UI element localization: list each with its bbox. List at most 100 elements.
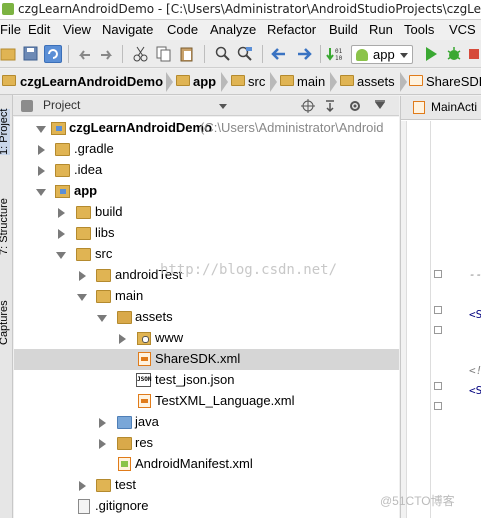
tree-row[interactable]: www	[14, 328, 399, 349]
tree-row[interactable]: java	[14, 412, 399, 433]
collapse-arrow-icon[interactable]	[99, 439, 106, 449]
chevron-down-icon[interactable]	[219, 104, 227, 109]
folder-icon	[76, 206, 91, 219]
editor-gutter	[401, 121, 407, 518]
menu-tools[interactable]: Tools	[404, 22, 434, 37]
locate-icon[interactable]	[301, 99, 315, 113]
expand-arrow-icon[interactable]	[97, 315, 107, 322]
expand-arrow-icon[interactable]	[36, 189, 46, 196]
menu-refactor[interactable]: Refactor	[267, 22, 316, 37]
tab-project[interactable]: 1: Project	[0, 108, 10, 155]
web-folder-icon	[137, 332, 151, 345]
breadcrumb-separator-icon	[400, 72, 407, 92]
fold-marker-icon[interactable]	[434, 270, 442, 278]
tree-row[interactable]: TestXML_Language.xml	[14, 391, 399, 412]
menu-build[interactable]: Build	[329, 22, 358, 37]
menu-analyze[interactable]: Analyze	[210, 22, 256, 37]
toolbar-separator	[204, 45, 205, 63]
undo-icon[interactable]	[76, 45, 94, 63]
breadcrumb-item-src[interactable]: src	[248, 74, 265, 89]
folder-icon	[231, 75, 245, 86]
tree-row[interactable]: build	[14, 202, 399, 223]
expand-arrow-icon[interactable]	[36, 126, 46, 133]
menu-view[interactable]: View	[63, 22, 91, 37]
module-icon	[55, 185, 70, 198]
collapse-arrow-icon[interactable]	[99, 418, 106, 428]
breadcrumb-item-project[interactable]: czgLearnAndroidDemo	[20, 74, 163, 89]
collapse-arrow-icon[interactable]	[38, 145, 45, 155]
menu-file[interactable]: File	[0, 22, 21, 37]
stop-icon[interactable]	[467, 45, 481, 63]
fold-marker-icon[interactable]	[434, 326, 442, 334]
tree-row[interactable]: JSON test_json.json	[14, 370, 399, 391]
tree-item-label: assets	[135, 309, 173, 324]
folder-icon	[76, 227, 91, 240]
run-icon[interactable]	[422, 45, 440, 63]
collapse-arrow-icon[interactable]	[58, 208, 65, 218]
hide-panel-icon[interactable]	[373, 99, 387, 113]
tree-row-selected[interactable]: ShareSDK.xml	[14, 349, 399, 370]
tree-row[interactable]: assets	[14, 307, 399, 328]
collapse-arrow-icon[interactable]	[79, 481, 86, 491]
tree-item-label: app	[74, 183, 98, 198]
paste-icon[interactable]	[178, 45, 196, 63]
breadcrumb-item-assets[interactable]: assets	[357, 74, 395, 89]
gear-icon[interactable]	[348, 99, 362, 113]
tree-row[interactable]: res	[14, 433, 399, 454]
chevron-down-icon	[400, 53, 408, 58]
find-icon[interactable]	[214, 45, 232, 63]
tree-item-label: test_json.json	[155, 372, 235, 387]
fold-marker-icon[interactable]	[434, 382, 442, 390]
collapse-arrow-icon[interactable]	[58, 229, 65, 239]
editor-tab[interactable]: MainActi	[401, 96, 481, 120]
tree-item-label: www	[155, 330, 184, 345]
tree-row[interactable]: .gradle	[14, 139, 399, 160]
menu-edit[interactable]: Edit	[28, 22, 50, 37]
fold-marker-icon[interactable]	[434, 306, 442, 314]
expand-arrow-icon[interactable]	[56, 252, 66, 259]
make-project-icon[interactable]: 01 10	[326, 45, 344, 63]
debug-icon[interactable]	[445, 45, 463, 63]
breadcrumb: czgLearnAndroidDemo app src main assets …	[0, 69, 481, 95]
code-line: -->	[469, 268, 481, 281]
run-config-dropdown[interactable]: app	[351, 45, 413, 64]
collapse-arrow-icon[interactable]	[79, 271, 86, 281]
tab-structure[interactable]: 7: Structure	[0, 198, 10, 255]
collapse-arrow-icon[interactable]	[38, 166, 45, 176]
breadcrumb-item-app[interactable]: app	[193, 74, 216, 89]
menu-vcs[interactable]: VCS	[449, 22, 476, 37]
collapse-arrow-icon[interactable]	[119, 334, 126, 344]
open-folder-icon[interactable]	[0, 45, 18, 63]
tree-row[interactable]: AndroidManifest.xml	[14, 454, 399, 475]
xml-file-icon	[138, 394, 151, 408]
sync-icon[interactable]	[44, 45, 62, 63]
tree-row[interactable]: test	[14, 475, 399, 496]
menu-navigate[interactable]: Navigate	[102, 22, 153, 37]
copy-icon[interactable]	[155, 45, 173, 63]
cut-icon[interactable]	[132, 45, 150, 63]
expand-arrow-icon[interactable]	[77, 294, 87, 301]
menu-run[interactable]: Run	[369, 22, 393, 37]
xml-file-icon	[413, 101, 425, 114]
project-view-selector[interactable]: Project	[43, 98, 80, 112]
menu-code[interactable]: Code	[167, 22, 198, 37]
tree-item-label: main	[115, 288, 144, 303]
fold-marker-icon[interactable]	[434, 402, 442, 410]
forward-icon[interactable]	[295, 45, 313, 63]
tree-row[interactable]: .gitignore	[14, 496, 399, 517]
save-icon[interactable]	[22, 45, 40, 63]
back-icon[interactable]	[270, 45, 288, 63]
collapse-all-icon[interactable]	[323, 99, 337, 113]
tree-row[interactable]: libs	[14, 223, 399, 244]
replace-icon[interactable]	[236, 45, 254, 63]
editor-area[interactable]: MainActi --> <Sh <!-- <S	[400, 96, 481, 518]
tree-row[interactable]: main	[14, 286, 399, 307]
breadcrumb-item-file[interactable]: ShareSDK.	[426, 74, 481, 89]
tree-row[interactable]: .idea	[14, 160, 399, 181]
breadcrumb-item-main[interactable]: main	[297, 74, 325, 89]
redo-icon[interactable]	[98, 45, 116, 63]
tree-item-label: build	[95, 204, 123, 219]
tree-row[interactable]: app	[14, 181, 399, 202]
tab-captures[interactable]: Captures	[0, 300, 10, 345]
tree-row[interactable]: czgLearnAndroidDemo (C:\Users\Administra…	[14, 118, 399, 139]
